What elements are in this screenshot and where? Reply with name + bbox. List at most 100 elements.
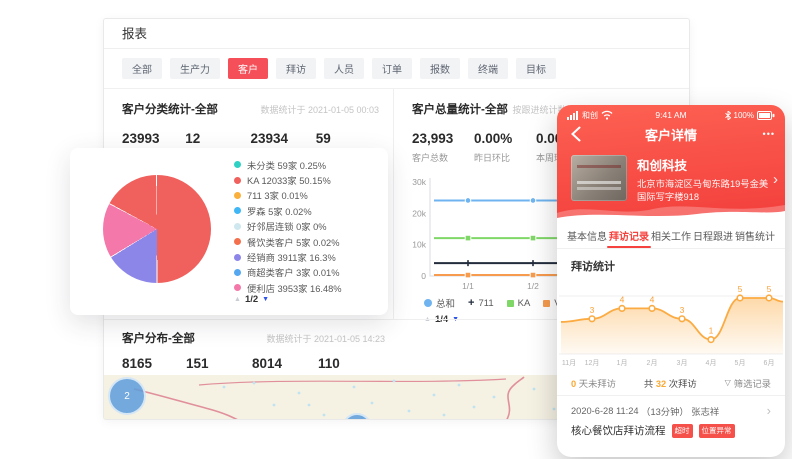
legend-dot	[234, 223, 241, 230]
phone-page-title: 客户详情	[557, 125, 785, 144]
visit-record-item[interactable]: 2020-6-28 11:24 （13分钟） 张志祥 › 核心餐饮店拜访流程 超…	[557, 396, 785, 438]
pie-legend-item-unclassified[interactable]: 未分类 59家 0.25%	[234, 157, 342, 172]
badge-overtime: 超时	[672, 424, 693, 438]
phone-tabs: 基本信息 拜访记录 相关工作 日程跟进 销售统计	[557, 222, 785, 249]
svg-text:30k: 30k	[412, 177, 426, 187]
record-datetime: 2020-6-28 11:24	[571, 406, 639, 416]
stat-total: 23,993 客户总数	[412, 131, 474, 164]
badge-location-error: 位置异常	[699, 424, 735, 438]
phone-nav: 客户详情 •••	[557, 121, 785, 147]
svg-text:1/1: 1/1	[462, 281, 474, 291]
wave-decoration	[557, 199, 785, 223]
visit-summary-row: 0 天未拜访 共 32 次拜访 ▽ 筛选记录	[557, 370, 785, 396]
tab-related-work[interactable]: 相关工作	[651, 222, 691, 248]
tab-visit-records[interactable]: 拜访记录	[609, 222, 649, 248]
pie-legend-item-dealer[interactable]: 经销商 3911家 16.3%	[234, 249, 342, 264]
legend-dot	[234, 269, 241, 276]
tab-all[interactable]: 全部	[122, 58, 162, 79]
svg-text:3: 3	[590, 305, 595, 315]
svg-text:5: 5	[738, 284, 743, 294]
pie-legend-item-ka[interactable]: KA 12033家 50.15%	[234, 172, 342, 187]
pie-chart-panel: 未分类 59家 0.25% KA 12033家 50.15% 711 3家 0.…	[70, 148, 388, 315]
svg-text:3月: 3月	[677, 359, 688, 367]
svg-text:0: 0	[421, 271, 426, 281]
svg-text:5: 5	[767, 284, 772, 294]
pie-legend-pager: ▲ 1/2 ▼	[234, 294, 269, 305]
filter-icon: ▽	[725, 378, 731, 387]
pager-value: 1/2	[245, 294, 258, 305]
pie-legend-item-neighbor[interactable]: 好邻居连锁 0家 0%	[234, 219, 342, 234]
card-title: 客户分类统计-全部	[122, 101, 218, 117]
legend-item-711[interactable]: +711	[468, 298, 494, 309]
legend-dot	[234, 284, 241, 291]
page-title: 报表	[104, 19, 689, 49]
visit-stats-title: 拜访统计	[557, 249, 785, 276]
legend-dot	[234, 254, 241, 261]
chevron-right-icon: ›	[767, 403, 771, 418]
visit-stats-area-chart: 3 4 4 3 1 5 5 11月 12月 1月 2月 3月 4月 5月 6月	[559, 276, 783, 370]
tab-order[interactable]: 订单	[372, 58, 412, 79]
pager-down-icon[interactable]: ▼	[262, 296, 269, 303]
report-filter-tabs: 全部 生产力 客户 拜访 人员 订单 报数 终端 目标	[104, 49, 689, 89]
chevron-right-icon[interactable]: ›	[773, 171, 778, 188]
company-name: 和创科技	[637, 155, 773, 174]
record-duration: （13分钟）	[641, 404, 689, 418]
card-title: 客户分布-全部	[122, 330, 195, 346]
svg-text:4月: 4月	[706, 359, 717, 367]
tab-target[interactable]: 目标	[516, 58, 556, 79]
filter-records-button[interactable]: ▽ 筛选记录	[725, 376, 771, 390]
company-photo	[571, 155, 627, 201]
card-title: 客户总量统计-全部	[412, 101, 508, 117]
pie-legend-item-711[interactable]: 711 3家 0.01%	[234, 188, 342, 203]
svg-text:5月: 5月	[735, 359, 746, 367]
tab-visit[interactable]: 拜访	[276, 58, 316, 79]
tab-productivity[interactable]: 生产力	[170, 58, 220, 79]
svg-text:10k: 10k	[412, 240, 426, 250]
legend-dot	[234, 192, 241, 199]
tab-sales-stats[interactable]: 销售统计	[735, 222, 775, 248]
svg-text:20k: 20k	[412, 208, 426, 218]
total-visits: 共 32 次拜访	[644, 376, 697, 390]
record-title: 核心餐饮店拜访流程	[571, 423, 666, 438]
legend-dot	[234, 161, 241, 168]
map-cluster-marker[interactable]: 2	[108, 377, 146, 415]
record-person: 张志祥	[691, 404, 719, 418]
svg-text:4: 4	[650, 294, 655, 304]
svg-text:1: 1	[709, 326, 714, 336]
days-since-visit: 0 天未拜访	[571, 376, 616, 390]
pie-legend-item-supermarket[interactable]: 商超类客户 3家 0.01%	[234, 265, 342, 280]
more-menu-icon[interactable]: •••	[763, 129, 775, 139]
status-bar: 和创 9:41 AM 100%	[557, 105, 785, 121]
svg-text:1/2: 1/2	[527, 281, 539, 291]
phone-header: 和创 9:41 AM 100%	[557, 105, 785, 222]
legend-item-total[interactable]: 总和	[424, 296, 455, 310]
pager-up-icon[interactable]: ▲	[234, 296, 241, 303]
screenshot-stage: 报表 全部 生产力 客户 拜访 人员 订单 报数 终端 目标 客户分类统计-全部…	[0, 0, 792, 459]
mobile-customer-detail: 和创 9:41 AM 100%	[557, 105, 785, 457]
company-card[interactable]: 和创科技 北京市海淀区马甸东路19号金美国际写字楼918 ›	[557, 147, 785, 204]
card-timestamp: 数据统计于 2021-01-05 14:23	[266, 332, 385, 345]
svg-text:11月: 11月	[562, 359, 576, 367]
card-timestamp: 数据统计于 2021-01-05 00:03	[260, 103, 379, 116]
svg-text:3: 3	[680, 305, 685, 315]
tab-basic-info[interactable]: 基本信息	[567, 222, 607, 248]
svg-text:2月: 2月	[647, 359, 658, 367]
tab-terminal[interactable]: 终端	[468, 58, 508, 79]
legend-item-ka[interactable]: KA	[507, 298, 531, 309]
tab-schedule[interactable]: 日程跟进	[693, 222, 733, 248]
svg-text:12月: 12月	[585, 359, 600, 367]
legend-dot	[234, 207, 241, 214]
svg-text:6月: 6月	[764, 359, 775, 367]
customer-category-pie-chart[interactable]	[103, 175, 211, 283]
tab-report-count[interactable]: 报数	[420, 58, 460, 79]
tab-personnel[interactable]: 人员	[324, 58, 364, 79]
pie-legend-item-lawson[interactable]: 罗森 5家 0.02%	[234, 203, 342, 218]
status-time: 9:41 AM	[557, 110, 785, 120]
tab-customer[interactable]: 客户	[228, 58, 268, 79]
svg-text:4: 4	[620, 294, 625, 304]
svg-text:1月: 1月	[617, 359, 628, 367]
pie-legend-item-catering[interactable]: 餐饮类客户 5家 0.02%	[234, 234, 342, 249]
stat-day-ratio: 0.00% 昨日环比	[474, 131, 536, 164]
pie-legend: 未分类 59家 0.25% KA 12033家 50.15% 711 3家 0.…	[234, 157, 342, 296]
legend-dot	[234, 238, 241, 245]
